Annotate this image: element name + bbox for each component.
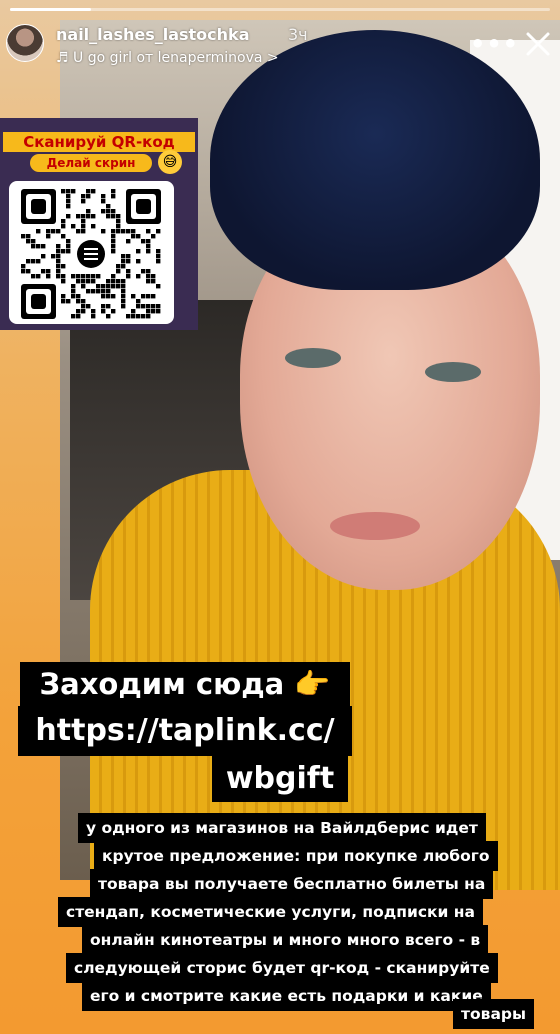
caption-sticker: у одного из магазинов на Вайлдберис идет… bbox=[58, 813, 548, 1029]
caption-line: онлайн кинотеатры и много много всего - … bbox=[82, 925, 489, 955]
sweat-smile-emoji-icon: 😅 bbox=[158, 150, 182, 174]
close-icon bbox=[526, 32, 550, 56]
story-progress-bar bbox=[10, 8, 550, 11]
caption-line: товара вы получаете бесплатно билеты на bbox=[90, 869, 494, 899]
caption-line: крутое предложение: при покупке любого bbox=[94, 841, 498, 871]
link-sticker-url-end[interactable]: wbgift bbox=[212, 756, 348, 802]
caption-line: у одного из магазинов на Вайлдберис идет bbox=[78, 813, 486, 843]
caption-line: следующей сторис будет qr-код - сканируй… bbox=[66, 953, 498, 983]
story-username[interactable]: nail_lashes_lastochka bbox=[56, 25, 249, 44]
qr-sticker: Сканируй QR-код Делай скрин 😅 bbox=[0, 118, 198, 330]
qr-code-icon bbox=[21, 189, 161, 319]
chevron-right-icon: > bbox=[266, 50, 279, 66]
qr-sticker-subtitle: Делай скрин bbox=[30, 154, 152, 172]
person-eye-left bbox=[285, 348, 341, 368]
qr-code bbox=[9, 181, 174, 324]
music-text: U go girl от lenaperminova bbox=[73, 50, 263, 66]
person-hair bbox=[210, 30, 540, 290]
avatar[interactable] bbox=[6, 24, 44, 62]
caption-line: стендап, косметические услуги, подписки … bbox=[58, 897, 483, 927]
link-sticker-line-1: Заходим сюда 👉 bbox=[20, 662, 350, 706]
caption-line: товары bbox=[453, 999, 535, 1029]
person-lips bbox=[330, 512, 420, 540]
qr-sticker-title: Сканируй QR-код bbox=[3, 132, 195, 152]
music-link[interactable]: ♬ U go girl от lenaperminova > bbox=[56, 50, 279, 66]
story-progress-fill bbox=[10, 8, 91, 11]
link-sticker-url[interactable]: https://taplink.cc/ bbox=[18, 706, 352, 756]
caption-line: его и смотрите какие есть подарки и каки… bbox=[82, 981, 491, 1011]
close-button[interactable] bbox=[522, 28, 554, 60]
story-viewer[interactable]: nail_lashes_lastochka 3ч ♬ U go girl от … bbox=[0, 0, 560, 1034]
person-eye-right bbox=[425, 362, 481, 382]
more-options-button[interactable]: ••• bbox=[470, 30, 519, 58]
music-note-icon: ♬ bbox=[56, 50, 74, 66]
story-time: 3ч bbox=[288, 25, 308, 44]
